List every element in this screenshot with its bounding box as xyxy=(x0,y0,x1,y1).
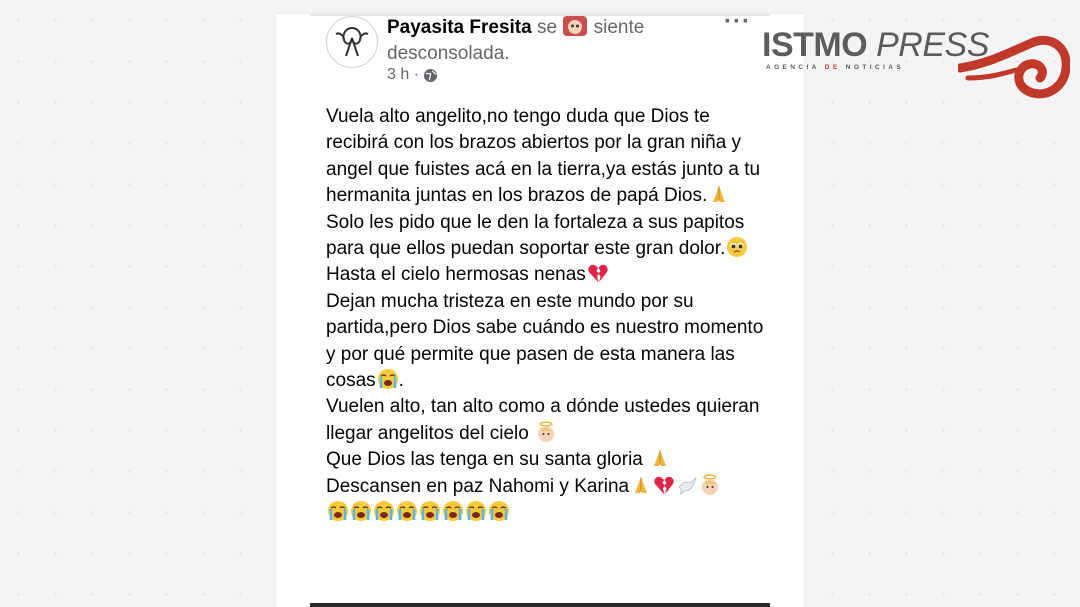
feeling-verb: se xyxy=(536,17,558,38)
logo-tagline: AGENCIA DE NOTICIAS xyxy=(766,64,904,71)
dove-icon xyxy=(678,477,697,495)
paragraph-end: . xyxy=(398,370,404,392)
crying-emoji-row xyxy=(326,500,766,526)
feeling-avatar-icon xyxy=(563,16,588,36)
post-text: Vuela alto angelito,no tengo duda que Di… xyxy=(326,104,766,527)
author-avatar[interactable] xyxy=(326,16,378,68)
tagline-part: AGENCIA xyxy=(766,64,825,71)
broken-heart-icon xyxy=(654,476,674,494)
globe-icon xyxy=(423,68,438,82)
loudly-crying-face-icon xyxy=(397,501,417,522)
paragraph-text: Solo les pido que le den la fortaleza a … xyxy=(326,211,745,260)
logo-wordmark: ISTMO PRESS xyxy=(762,26,989,65)
paragraph-text: Hasta el cielo hermosas nenas xyxy=(326,264,586,286)
post-paragraph: Vuela alto angelito,no tengo duda que Di… xyxy=(326,104,766,210)
loudly-crying-face-icon xyxy=(377,369,398,390)
post-paragraph: Solo les pido que le den la fortaleza a … xyxy=(326,210,766,263)
loudly-crying-face-icon xyxy=(420,501,440,522)
pray-icon xyxy=(635,476,648,493)
post-header: Payasita Fresita se siente desconsolada. xyxy=(387,14,687,68)
post-media-preview[interactable] xyxy=(310,603,770,607)
post-options-button[interactable]: ··· xyxy=(724,14,751,36)
pleading-face-icon xyxy=(727,237,748,258)
post-paragraph: Dejan mucha tristeza en este mundo por s… xyxy=(326,289,766,395)
angel-logo-icon xyxy=(335,27,369,57)
loudly-crying-face-icon xyxy=(443,501,463,522)
istmo-press-logo: ISTMO PRESS AGENCIA DE NOTICIAS xyxy=(762,26,1072,106)
author-name[interactable]: Payasita Fresita xyxy=(387,17,532,38)
facebook-post-card: Payasita Fresita se siente desconsolada.… xyxy=(276,14,804,607)
pray-icon xyxy=(654,450,667,467)
broken-heart-icon xyxy=(588,265,608,283)
loudly-crying-face-icon xyxy=(466,501,486,522)
paragraph-text: Vuela alto angelito,no tengo duda que Di… xyxy=(326,106,761,207)
tagline-part: DE xyxy=(824,64,841,71)
baby-angel-icon xyxy=(702,474,719,495)
post-timestamp[interactable]: 3 h · xyxy=(387,66,419,84)
loudly-crying-face-icon xyxy=(351,501,371,522)
post-paragraph: Descansen en paz Nahomi y Karina xyxy=(326,474,766,500)
post-meta: 3 h · xyxy=(387,66,438,84)
swirl-logo-icon xyxy=(958,35,1070,99)
pray-icon xyxy=(713,186,726,203)
paragraph-text: Descansen en paz Nahomi y Karina xyxy=(326,475,630,497)
logo-word-istmo: ISTMO xyxy=(762,26,868,64)
feeling-value: desconsolada. xyxy=(387,43,510,64)
paragraph-text: Que Dios las tenga en su santa gloria xyxy=(326,449,643,471)
loudly-crying-face-icon xyxy=(328,501,348,522)
post-paragraph: Hasta el cielo hermosas nenas xyxy=(326,262,766,288)
loudly-crying-face-icon xyxy=(374,501,394,522)
loudly-crying-face-icon xyxy=(489,501,509,522)
feeling-label: siente xyxy=(593,17,645,38)
baby-angel-icon xyxy=(538,421,555,442)
post-paragraph: Vuelen alto, tan alto como a dónde usted… xyxy=(326,394,766,447)
tagline-part: NOTICIAS xyxy=(840,64,905,71)
post-paragraph: Que Dios las tenga en su santa gloria xyxy=(326,447,766,473)
